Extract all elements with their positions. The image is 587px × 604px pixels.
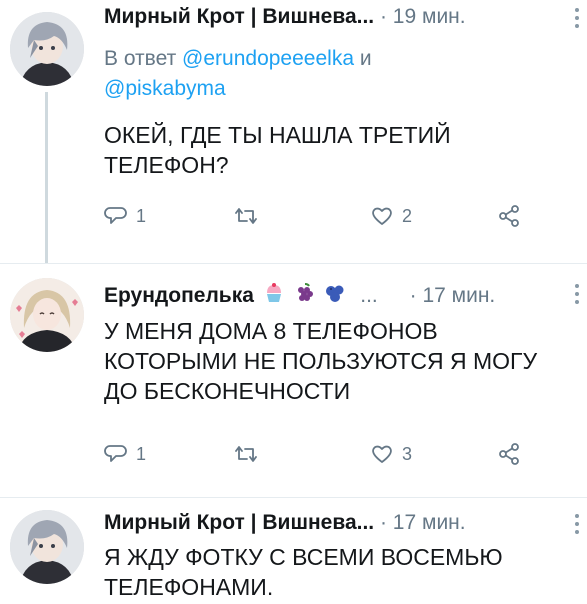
display-name[interactable]: Мирный Крот | Вишнева...	[104, 5, 374, 28]
blueberries-emoji	[324, 282, 346, 311]
tweet-3[interactable]: Мирный Крот | Вишнева... · 17 мин. Я ЖДУ…	[0, 498, 587, 604]
avatar[interactable]	[10, 12, 84, 86]
retweet-icon	[235, 208, 257, 224]
display-name[interactable]: Мирный Крот | Вишнева...	[104, 511, 374, 534]
retweet-icon	[235, 446, 257, 462]
tweet-text: У МЕНЯ ДОМА 8 ТЕЛЕФОНОВ КОТОРЫМИ НЕ ПОЛЬ…	[104, 318, 538, 404]
mention-link[interactable]: @piskabyma	[104, 77, 226, 100]
tweet-2[interactable]: Ерундопелька ... · 17 мин. У МЕНЯ ДОМА 8…	[0, 264, 587, 496]
like-count: 3	[402, 443, 413, 464]
tweet-actions: 1 2	[104, 204, 534, 234]
tweet-text: Я ЖДУ ФОТКУ С ВСЕМИ ВОСЕМЬЮ ТЕЛЕФОНАМИ.	[104, 544, 503, 600]
reply-count: 1	[136, 205, 147, 226]
timestamp[interactable]: · 17 мин.	[410, 284, 496, 307]
tweet-actions: 1 3	[104, 442, 534, 472]
reply-icon	[104, 207, 127, 224]
reply-button[interactable]: 1	[104, 204, 146, 228]
grapes-emoji	[294, 282, 316, 311]
avatar[interactable]	[10, 278, 84, 352]
more-icon[interactable]	[575, 8, 581, 32]
share-button[interactable]	[497, 442, 521, 466]
like-icon	[372, 445, 392, 463]
tweet-header: Ерундопелька ... · 17 мин.	[104, 282, 495, 311]
tweet-header: Мирный Крот | Вишнева... · 17 мин.	[104, 510, 466, 536]
like-button[interactable]: 2	[370, 204, 412, 228]
reply-prefix: В ответ	[104, 47, 177, 70]
reply-context: В ответ @erundopeeeelka и @piskabyma	[104, 44, 564, 104]
timestamp[interactable]: · 19 мин.	[380, 5, 466, 28]
cupcake-emoji	[263, 282, 285, 311]
share-button[interactable]	[497, 204, 521, 228]
display-name[interactable]: Ерундопелька	[104, 284, 254, 307]
retweet-button[interactable]	[232, 204, 260, 228]
like-icon	[372, 207, 392, 225]
more-icon[interactable]	[575, 284, 581, 308]
share-icon	[499, 443, 519, 465]
timestamp[interactable]: · 17 мин.	[380, 511, 466, 534]
tweet-text: ОКЕЙ, ГДЕ ТЫ НАШЛА ТРЕТИЙ ТЕЛЕФОН?	[104, 122, 451, 178]
reply-button[interactable]: 1	[104, 442, 146, 466]
retweet-button[interactable]	[232, 442, 260, 466]
share-icon	[499, 205, 519, 227]
tweet-1[interactable]: Мирный Крот | Вишнева... · 19 мин. В отв…	[0, 0, 587, 264]
like-count: 2	[402, 205, 413, 226]
reply-count: 1	[136, 443, 147, 464]
avatar[interactable]	[10, 510, 84, 584]
thread-line	[45, 92, 48, 264]
truncation-ellipsis: ...	[360, 284, 378, 308]
reply-joiner: и	[359, 47, 372, 70]
reply-icon	[104, 445, 127, 462]
tweet-header: Мирный Крот | Вишнева... · 19 мин.	[104, 4, 466, 30]
more-icon[interactable]	[575, 514, 581, 538]
like-button[interactable]: 3	[370, 442, 412, 466]
mention-link[interactable]: @erundopeeeelka	[182, 47, 354, 70]
